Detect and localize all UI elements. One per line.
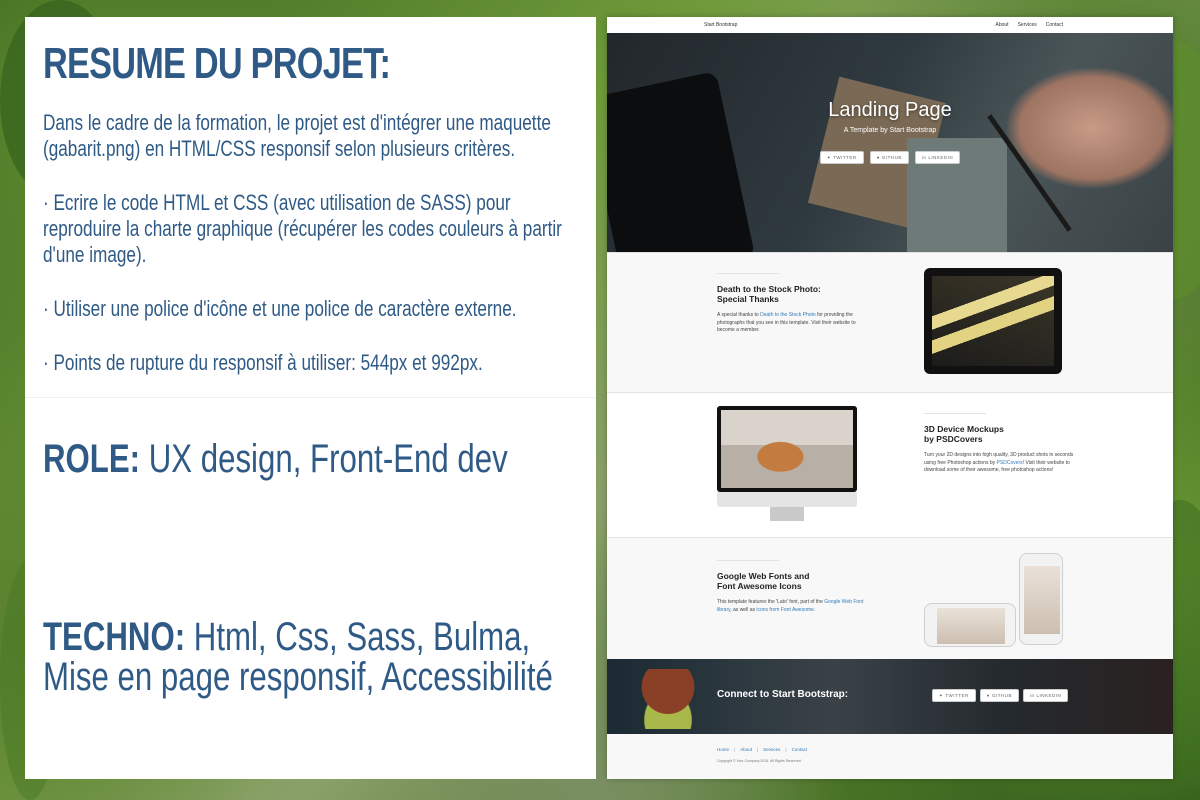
- section-divider: [717, 273, 779, 274]
- imac-screen: [721, 410, 853, 488]
- github-icon: ●: [986, 693, 990, 698]
- psdcovers-link[interactable]: PSDCovers: [997, 460, 1023, 466]
- linkedin-label: LINKEDIN: [928, 155, 954, 160]
- nav-link-services[interactable]: Services: [1018, 22, 1037, 28]
- heading-line: Death to the Stock Photo:: [717, 284, 821, 294]
- ipad-mockup-image: [924, 268, 1062, 374]
- role-value: UX design, Front-End dev: [148, 437, 508, 481]
- mock-brand-link[interactable]: Start Bootstrap: [704, 22, 737, 28]
- phone-screen: [937, 608, 1005, 644]
- connect-social-buttons: ✦ TWITTER ● GITHUB in LINKEDIN: [932, 689, 1069, 702]
- techno-line: TECHNO: Html, Css, Sass, Bulma, Mise en …: [43, 617, 589, 697]
- body-text: .: [813, 606, 816, 613]
- footer-separator: |: [756, 747, 759, 752]
- twitter-button[interactable]: ✦ TWITTER: [819, 151, 864, 164]
- github-label: GITHUB: [992, 693, 1013, 698]
- nav-link-contact[interactable]: Contact: [1046, 22, 1063, 28]
- section-body: Turn your 2D designs into high quality, …: [924, 452, 1074, 475]
- section-body: This template features the 'Lato' font, …: [717, 599, 867, 614]
- github-icon: ●: [876, 155, 880, 160]
- footer-links: Home | About | Services | Contact: [717, 747, 807, 752]
- nav-link-about[interactable]: About: [996, 22, 1009, 28]
- phone-portrait-mockup: [1019, 553, 1063, 645]
- hero-social-buttons: ✦ TWITTER ● GITHUB in LINKEDIN: [607, 151, 1173, 164]
- twitter-button[interactable]: ✦ TWITTER: [932, 689, 976, 702]
- section-heading: Death to the Stock Photo: Special Thanks: [717, 284, 867, 304]
- footer-separator: |: [785, 747, 787, 752]
- body-text: This template features the 'Lato' font, …: [717, 599, 825, 605]
- footer-copyright: Copyright © Your Company 2014. All Right…: [717, 759, 801, 763]
- stock-photo-link[interactable]: Death to the Stock Photo: [760, 312, 816, 318]
- twitter-icon: ✦: [939, 692, 944, 698]
- section-heading: 3D Device Mockups by PSDCovers: [924, 424, 1074, 444]
- summary-paragraph: · Points de rupture du responsif à utili…: [43, 350, 483, 375]
- section-body: A special thanks to Death to the Stock P…: [717, 312, 867, 335]
- section-fonts-icons: Google Web Fonts and Font Awesome Icons …: [607, 537, 1173, 659]
- hero-subtitle: A Template by Start Bootstrap: [843, 127, 937, 134]
- footer-link-services[interactable]: Services: [763, 747, 780, 752]
- linkedin-button[interactable]: in LINKEDIN: [1023, 689, 1069, 702]
- summary-paragraph: · Utiliser une police d'icône et une pol…: [43, 296, 517, 321]
- mock-nav-links: About Services Contact: [996, 22, 1064, 28]
- section-text: Google Web Fonts and Font Awesome Icons …: [717, 560, 867, 614]
- heading-line: 3D Device Mockups: [924, 424, 1004, 434]
- font-awesome-link[interactable]: icons from Font Awesome: [756, 607, 813, 613]
- imac-stand: [770, 507, 804, 521]
- phone-screen: [1024, 566, 1060, 634]
- twitter-label: TWITTER: [945, 693, 969, 698]
- plant-pot-photo: [627, 669, 709, 729]
- body-text: , as well as: [730, 606, 757, 613]
- mock-navbar: Start Bootstrap About Services Contact: [607, 17, 1173, 33]
- role-line: ROLE: UX design, Front-End dev: [43, 437, 508, 482]
- linkedin-label: LINKEDIN: [1036, 693, 1062, 698]
- hero-section: Landing Page A Template by Start Bootstr…: [607, 33, 1173, 252]
- linkedin-button[interactable]: in LINKEDIN: [914, 151, 961, 164]
- twitter-label: TWITTER: [833, 155, 857, 160]
- github-button[interactable]: ● GITHUB: [869, 151, 909, 164]
- footer-separator: |: [734, 747, 736, 752]
- phone-landscape-mockup: [924, 603, 1016, 647]
- connect-title: Connect to Start Bootstrap:: [717, 689, 849, 700]
- imac-chin: [717, 492, 857, 507]
- ipad-screen: [932, 276, 1054, 366]
- summary-paragraph: · Ecrire le code HTML et CSS (avec utili…: [43, 190, 562, 267]
- heading-line: Special Thanks: [717, 294, 779, 304]
- heading-line: Font Awesome Icons: [717, 581, 802, 591]
- heading-line: by PSDCovers: [924, 434, 983, 444]
- section-device-mockups: 3D Device Mockups by PSDCovers Turn your…: [607, 392, 1173, 537]
- section-divider: [717, 560, 779, 561]
- summary-body: Dans le cadre de la formation, le projet…: [43, 110, 573, 404]
- footer-link-home[interactable]: Home: [717, 747, 729, 752]
- techno-label: TECHNO:: [43, 615, 186, 659]
- role-label: ROLE:: [43, 437, 141, 481]
- linkedin-icon: in: [1030, 693, 1035, 698]
- github-button[interactable]: ● GITHUB: [979, 689, 1020, 702]
- body-text: A special thanks to: [717, 312, 761, 318]
- github-label: GITHUB: [881, 155, 902, 160]
- footer-link-about[interactable]: About: [740, 747, 752, 752]
- section-divider: [924, 413, 986, 414]
- imac-mockup-image: [717, 406, 857, 492]
- footer-link-contact[interactable]: Contact: [792, 747, 808, 752]
- summary-paragraph: Dans le cadre de la formation, le projet…: [43, 110, 551, 161]
- connect-banner: Connect to Start Bootstrap: ✦ TWITTER ● …: [607, 659, 1173, 734]
- summary-title: RESUME DU PROJET:: [43, 39, 391, 88]
- hero-title: Landing Page: [828, 99, 952, 121]
- project-summary-card: RESUME DU PROJET: Dans le cadre de la fo…: [25, 17, 596, 779]
- summary-divider: [25, 397, 596, 398]
- section-stock-photo: Death to the Stock Photo: Special Thanks…: [607, 252, 1173, 392]
- heading-line: Google Web Fonts and: [717, 571, 810, 581]
- section-text: Death to the Stock Photo: Special Thanks…: [717, 273, 867, 335]
- landing-page-mockup: Start Bootstrap About Services Contact L…: [607, 17, 1173, 779]
- section-text: 3D Device Mockups by PSDCovers Turn your…: [924, 413, 1074, 475]
- mock-footer: Home | About | Services | Contact Copyri…: [607, 734, 1173, 779]
- linkedin-icon: in: [921, 155, 927, 160]
- twitter-icon: ✦: [826, 154, 832, 160]
- section-heading: Google Web Fonts and Font Awesome Icons: [717, 571, 867, 591]
